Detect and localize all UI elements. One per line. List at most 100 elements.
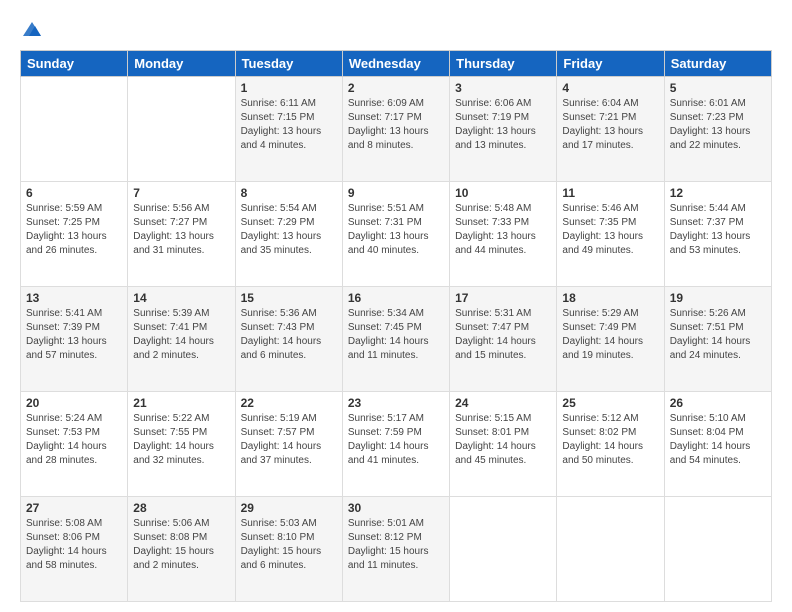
calendar-cell: 15Sunrise: 5:36 AM Sunset: 7:43 PM Dayli… xyxy=(235,287,342,392)
day-number: 13 xyxy=(26,291,122,305)
day-number: 11 xyxy=(562,186,658,200)
day-number: 2 xyxy=(348,81,444,95)
calendar-cell: 11 Sunrise: 5:46 AM Sunset: 7:35 PM Dayli… xyxy=(557,182,664,287)
day-info: Sunrise: 5:15 AM Sunset: 8:01 PM Dayligh… xyxy=(455,412,551,468)
day-number: 5 xyxy=(670,81,766,95)
day-number: 10 xyxy=(455,186,551,200)
calendar-cell: 8 Sunrise: 5:54 AM Sunset: 7:29 PM Daylig… xyxy=(235,182,342,287)
calendar-cell: 30 Sunrise: 5:01 AM Sunset: 8:12 PM Dayli… xyxy=(342,497,449,602)
day-number: 27 xyxy=(26,501,122,515)
weekday-saturday: Saturday xyxy=(664,51,771,77)
day-info: Sunrise: 6:11 AM Sunset: 7:15 PM Dayligh… xyxy=(241,97,337,153)
weekday-header-row: SundayMondayTuesdayWednesdayThursdayFrid… xyxy=(21,51,772,77)
calendar-cell: 27 Sunrise: 5:08 AM Sunset: 8:06 PM Dayli… xyxy=(21,497,128,602)
day-number: 24 xyxy=(455,396,551,410)
day-info: Sunrise: 5:29 AM Sunset: 7:49 PM Dayligh… xyxy=(562,307,658,363)
calendar-cell: 23Sunrise: 5:17 AM Sunset: 7:59 PM Dayli… xyxy=(342,392,449,497)
day-info: Sunrise: 5:48 AM Sunset: 7:33 PM Dayligh… xyxy=(455,202,551,258)
calendar-cell: 26 Sunrise: 5:10 AM Sunset: 8:04 PM Dayli… xyxy=(664,392,771,497)
calendar-cell: 16 Sunrise: 5:34 AM Sunset: 7:45 PM Dayli… xyxy=(342,287,449,392)
day-info: Sunrise: 5:56 AM Sunset: 7:27 PM Dayligh… xyxy=(133,202,229,258)
weekday-thursday: Thursday xyxy=(450,51,557,77)
calendar-cell: 10 Sunrise: 5:48 AM Sunset: 7:33 PM Dayli… xyxy=(450,182,557,287)
day-info: Sunrise: 5:22 AM Sunset: 7:55 PM Dayligh… xyxy=(133,412,229,468)
day-number: 22 xyxy=(241,396,337,410)
day-info: Sunrise: 5:39 AM Sunset: 7:41 PM Dayligh… xyxy=(133,307,229,363)
day-info: Sunrise: 5:08 AM Sunset: 8:06 PM Dayligh… xyxy=(26,517,122,573)
day-number: 14 xyxy=(133,291,229,305)
day-info: Sunrise: 6:09 AM Sunset: 7:17 PM Dayligh… xyxy=(348,97,444,153)
calendar-cell xyxy=(450,497,557,602)
day-info: Sunrise: 6:01 AM Sunset: 7:23 PM Dayligh… xyxy=(670,97,766,153)
calendar-cell: 2 Sunrise: 6:09 AM Sunset: 7:17 PM Daylig… xyxy=(342,77,449,182)
day-number: 19 xyxy=(670,291,766,305)
calendar-cell: 20 Sunrise: 5:24 AM Sunset: 7:53 PM Dayli… xyxy=(21,392,128,497)
day-number: 21 xyxy=(133,396,229,410)
calendar-cell xyxy=(557,497,664,602)
calendar-cell: 24 Sunrise: 5:15 AM Sunset: 8:01 PM Dayli… xyxy=(450,392,557,497)
day-number: 18 xyxy=(562,291,658,305)
day-number: 7 xyxy=(133,186,229,200)
page: SundayMondayTuesdayWednesdayThursdayFrid… xyxy=(0,0,792,612)
day-info: Sunrise: 5:31 AM Sunset: 7:47 PM Dayligh… xyxy=(455,307,551,363)
calendar-cell: 7 Sunrise: 5:56 AM Sunset: 7:27 PM Daylig… xyxy=(128,182,235,287)
calendar-cell: 13 Sunrise: 5:41 AM Sunset: 7:39 PM Dayli… xyxy=(21,287,128,392)
week-row-4: 20 Sunrise: 5:24 AM Sunset: 7:53 PM Dayli… xyxy=(21,392,772,497)
calendar-cell: 6 Sunrise: 5:59 AM Sunset: 7:25 PM Daylig… xyxy=(21,182,128,287)
day-number: 3 xyxy=(455,81,551,95)
calendar-table: SundayMondayTuesdayWednesdayThursdayFrid… xyxy=(20,50,772,602)
calendar-cell: 25 Sunrise: 5:12 AM Sunset: 8:02 PM Dayli… xyxy=(557,392,664,497)
day-number: 30 xyxy=(348,501,444,515)
day-number: 16 xyxy=(348,291,444,305)
day-info: Sunrise: 5:54 AM Sunset: 7:29 PM Dayligh… xyxy=(241,202,337,258)
day-info: Sunrise: 5:10 AM Sunset: 8:04 PM Dayligh… xyxy=(670,412,766,468)
day-number: 4 xyxy=(562,81,658,95)
day-info: Sunrise: 5:06 AM Sunset: 8:08 PM Dayligh… xyxy=(133,517,229,573)
day-info: Sunrise: 6:06 AM Sunset: 7:19 PM Dayligh… xyxy=(455,97,551,153)
calendar-cell: 3 Sunrise: 6:06 AM Sunset: 7:19 PM Daylig… xyxy=(450,77,557,182)
day-info: Sunrise: 5:41 AM Sunset: 7:39 PM Dayligh… xyxy=(26,307,122,363)
calendar-cell: 12 Sunrise: 5:44 AM Sunset: 7:37 PM Dayli… xyxy=(664,182,771,287)
day-number: 23 xyxy=(348,396,444,410)
calendar-cell: 17 Sunrise: 5:31 AM Sunset: 7:47 PM Dayli… xyxy=(450,287,557,392)
day-info: Sunrise: 5:19 AM Sunset: 7:57 PM Dayligh… xyxy=(241,412,337,468)
day-number: 9 xyxy=(348,186,444,200)
day-info: Sunrise: 6:04 AM Sunset: 7:21 PM Dayligh… xyxy=(562,97,658,153)
calendar-cell: 14 Sunrise: 5:39 AM Sunset: 7:41 PM Dayli… xyxy=(128,287,235,392)
day-info: Sunrise: 5:12 AM Sunset: 8:02 PM Dayligh… xyxy=(562,412,658,468)
calendar-cell: 22 Sunrise: 5:19 AM Sunset: 7:57 PM Dayli… xyxy=(235,392,342,497)
calendar-cell: 21 Sunrise: 5:22 AM Sunset: 7:55 PM Dayli… xyxy=(128,392,235,497)
calendar-cell: 29Sunrise: 5:03 AM Sunset: 8:10 PM Dayli… xyxy=(235,497,342,602)
calendar-cell: 28 Sunrise: 5:06 AM Sunset: 8:08 PM Dayli… xyxy=(128,497,235,602)
calendar-cell: 19 Sunrise: 5:26 AM Sunset: 7:51 PM Dayli… xyxy=(664,287,771,392)
calendar-cell: 1Sunrise: 6:11 AM Sunset: 7:15 PM Daylig… xyxy=(235,77,342,182)
calendar-cell: 9Sunrise: 5:51 AM Sunset: 7:31 PM Daylig… xyxy=(342,182,449,287)
day-info: Sunrise: 5:34 AM Sunset: 7:45 PM Dayligh… xyxy=(348,307,444,363)
day-number: 25 xyxy=(562,396,658,410)
day-number: 12 xyxy=(670,186,766,200)
logo-text xyxy=(20,18,44,40)
day-info: Sunrise: 5:24 AM Sunset: 7:53 PM Dayligh… xyxy=(26,412,122,468)
day-info: Sunrise: 5:01 AM Sunset: 8:12 PM Dayligh… xyxy=(348,517,444,573)
week-row-3: 13 Sunrise: 5:41 AM Sunset: 7:39 PM Dayli… xyxy=(21,287,772,392)
day-number: 6 xyxy=(26,186,122,200)
calendar-cell: 5 Sunrise: 6:01 AM Sunset: 7:23 PM Daylig… xyxy=(664,77,771,182)
week-row-2: 6 Sunrise: 5:59 AM Sunset: 7:25 PM Daylig… xyxy=(21,182,772,287)
day-number: 17 xyxy=(455,291,551,305)
day-number: 20 xyxy=(26,396,122,410)
weekday-tuesday: Tuesday xyxy=(235,51,342,77)
day-info: Sunrise: 5:44 AM Sunset: 7:37 PM Dayligh… xyxy=(670,202,766,258)
day-info: Sunrise: 5:26 AM Sunset: 7:51 PM Dayligh… xyxy=(670,307,766,363)
calendar-cell xyxy=(21,77,128,182)
header xyxy=(20,18,772,40)
day-number: 26 xyxy=(670,396,766,410)
day-number: 28 xyxy=(133,501,229,515)
day-info: Sunrise: 5:36 AM Sunset: 7:43 PM Dayligh… xyxy=(241,307,337,363)
day-number: 29 xyxy=(241,501,337,515)
weekday-wednesday: Wednesday xyxy=(342,51,449,77)
day-info: Sunrise: 5:46 AM Sunset: 7:35 PM Dayligh… xyxy=(562,202,658,258)
day-info: Sunrise: 5:59 AM Sunset: 7:25 PM Dayligh… xyxy=(26,202,122,258)
calendar-cell: 4 Sunrise: 6:04 AM Sunset: 7:21 PM Daylig… xyxy=(557,77,664,182)
day-number: 8 xyxy=(241,186,337,200)
logo xyxy=(20,18,44,40)
